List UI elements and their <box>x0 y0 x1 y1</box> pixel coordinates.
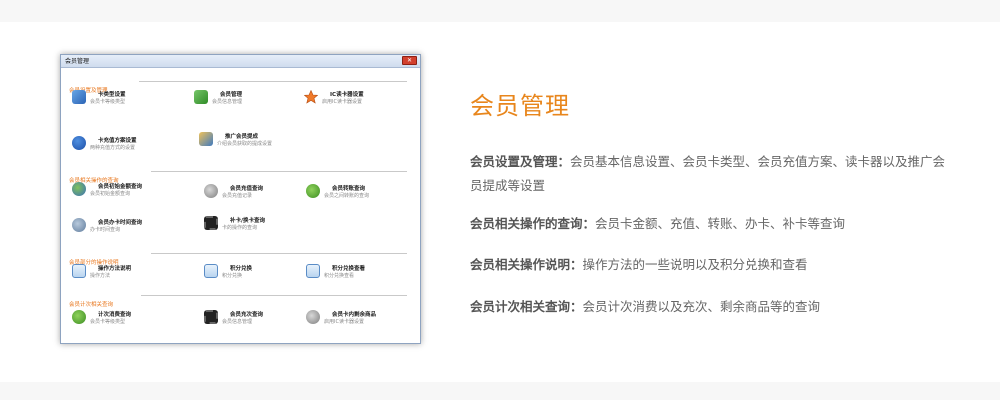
item-count-consumption-query[interactable]: 计次消费查询 会员卡等级类型 <box>72 309 182 329</box>
pen-icon <box>72 90 86 104</box>
item-count-recharge-query[interactable]: 会员充次查询 会员信息管理 <box>204 309 314 329</box>
section-operation-guide: 会员部分的操作说明 操作方法说明 操作方法 积分兑换 积分兑换 积分兑换查看 积… <box>69 249 407 289</box>
item-card-type-settings[interactable]: 卡类型设置 会员卡等级类型 <box>72 89 182 109</box>
paragraph-count-queries: 会员计次相关查询：会员计次消费以及充次、剩余商品等的查询 <box>470 295 950 319</box>
item-name: 卡充值方案设置 <box>98 138 137 144</box>
info-icon <box>72 136 86 150</box>
coin-icon <box>306 310 320 324</box>
paragraph-label: 会员相关操作的查询： <box>470 216 596 231</box>
member-management-window: 会员管理 ✕ 会员设置及管理 卡类型设置 会员卡等级类型 会员管理 会员信息管理… <box>60 54 421 344</box>
section-count-queries: 会员计次相关查询 计次消费查询 会员卡等级类型 会员充次查询 会员信息管理 会员… <box>69 291 407 337</box>
item-desc: 积分兑换 <box>222 273 243 279</box>
people-icon <box>72 182 86 196</box>
phone-icon <box>194 90 208 104</box>
item-desc: 两种充值方式的设置 <box>90 145 136 151</box>
item-name: IC读卡器设置 <box>330 92 364 98</box>
top-band <box>0 0 1000 22</box>
item-desc: 会员之间转账的查询 <box>324 193 370 199</box>
item-referral-commission[interactable]: 推广会员提成 介绍会员获取的提成设置 <box>199 131 309 151</box>
film-icon <box>204 216 218 230</box>
card-icon <box>199 132 213 146</box>
paragraph-label: 会员设置及管理： <box>470 154 571 169</box>
item-initial-balance-query[interactable]: 会员初始金额查询 会员初始金额查询 <box>72 181 182 201</box>
item-ic-reader-settings[interactable]: IC读卡器设置 启用IC读卡器设置 <box>304 89 414 109</box>
close-icon[interactable]: ✕ <box>402 56 417 65</box>
item-operation-instructions[interactable]: 操作方法说明 操作方法 <box>72 263 182 283</box>
item-desc: 操作方法 <box>90 273 111 279</box>
item-name: 积分兑换查看 <box>332 266 366 272</box>
film-icon <box>204 310 218 324</box>
chart-icon <box>306 264 320 278</box>
item-name: 会员卡内剩余商品 <box>332 312 377 318</box>
item-name: 会员办卡时间查询 <box>98 220 143 226</box>
paragraph-label: 会员相关操作说明： <box>470 257 583 272</box>
item-desc: 会员充值记录 <box>222 193 253 199</box>
item-points-exchange-view[interactable]: 积分兑换查看 积分兑换查看 <box>306 263 416 283</box>
bottom-band <box>0 382 1000 400</box>
item-name: 会员充次查询 <box>230 312 264 318</box>
key-icon <box>72 310 86 324</box>
item-recharge-plan-settings[interactable]: 卡充值方案设置 两种充值方式的设置 <box>72 135 182 155</box>
item-name: 会员转账查询 <box>332 186 366 192</box>
section-divider <box>141 295 407 296</box>
paragraph-guide: 会员相关操作说明：操作方法的一些说明以及积分兑换和查看 <box>470 253 950 277</box>
item-desc: 启用IC读卡器设置 <box>324 319 364 325</box>
chart-icon <box>72 264 86 278</box>
paragraph-text: 操作方法的一些说明以及积分兑换和查看 <box>582 257 808 272</box>
section-member-settings: 会员设置及管理 卡类型设置 会员卡等级类型 会员管理 会员信息管理 IC读卡器设… <box>69 77 407 157</box>
paragraph-settings: 会员设置及管理：会员基本信息设置、会员卡类型、会员充值方案、读卡器以及推广会员提… <box>470 150 950 198</box>
section-member-queries: 会员相关操作的查询 会员初始金额查询 会员初始金额查询 会员充值查询 会员充值记… <box>69 167 407 243</box>
item-member-management[interactable]: 会员管理 会员信息管理 <box>194 89 304 109</box>
coin-icon <box>204 184 218 198</box>
star-icon <box>304 90 318 104</box>
item-points-exchange[interactable]: 积分兑换 积分兑换 <box>204 263 314 283</box>
item-desc: 积分兑换查看 <box>324 273 355 279</box>
item-desc: 会员信息管理 <box>222 319 253 325</box>
item-name: 卡类型设置 <box>98 92 126 98</box>
item-name: 会员管理 <box>220 92 243 98</box>
item-card-time-query[interactable]: 会员办卡时间查询 办卡时间查询 <box>72 217 182 237</box>
item-name: 会员充值查询 <box>230 186 264 192</box>
paragraph-text: 会员计次消费以及充次、剩余商品等的查询 <box>582 299 821 314</box>
item-desc: 卡的操作的查询 <box>222 225 258 231</box>
item-recharge-query[interactable]: 会员充值查询 会员充值记录 <box>204 183 314 203</box>
section-divider <box>151 171 407 172</box>
paragraph-label: 会员计次相关查询： <box>470 299 583 314</box>
section-divider <box>151 253 407 254</box>
paragraph-text: 会员卡金额、充值、转账、办卡、补卡等查询 <box>595 216 846 231</box>
item-desc: 介绍会员获取的提成设置 <box>217 141 273 147</box>
paragraph-queries: 会员相关操作的查询：会员卡金额、充值、转账、办卡、补卡等查询 <box>470 212 950 236</box>
chart-icon <box>204 264 218 278</box>
section-divider <box>139 81 407 82</box>
item-name: 积分兑换 <box>230 266 253 272</box>
item-remaining-goods-query[interactable]: 会员卡内剩余商品 启用IC读卡器设置 <box>306 309 416 329</box>
item-name: 操作方法说明 <box>98 266 132 272</box>
item-name: 会员初始金额查询 <box>98 184 143 190</box>
item-name: 补卡/换卡查询 <box>230 218 266 224</box>
window-titlebar: 会员管理 ✕ <box>61 55 420 68</box>
item-desc: 会员初始金额查询 <box>90 191 131 197</box>
item-desc: 会员卡等级类型 <box>90 99 126 105</box>
key-icon <box>306 184 320 198</box>
window-title: 会员管理 <box>65 58 90 65</box>
item-reissue-card-query[interactable]: 补卡/换卡查询 卡的操作的查询 <box>204 215 314 235</box>
page-title: 会员管理 <box>470 92 570 120</box>
section-title: 会员计次相关查询 <box>69 302 114 308</box>
globe-icon <box>72 218 86 232</box>
item-name: 推广会员提成 <box>225 134 259 140</box>
item-desc: 办卡时间查询 <box>90 227 121 233</box>
item-transfer-query[interactable]: 会员转账查询 会员之间转账的查询 <box>306 183 416 203</box>
item-name: 计次消费查询 <box>98 312 132 318</box>
item-desc: 会员卡等级类型 <box>90 319 126 325</box>
item-desc: 会员信息管理 <box>212 99 243 105</box>
item-desc: 启用IC读卡器设置 <box>322 99 362 105</box>
